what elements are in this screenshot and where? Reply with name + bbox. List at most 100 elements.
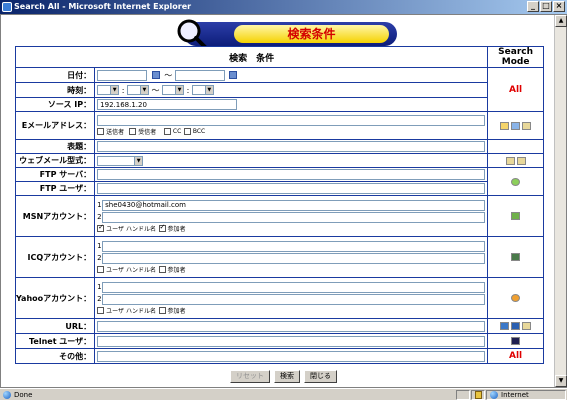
sender-checkbox[interactable] [97,128,105,135]
form-buttons: リセット 検索 閉じる [230,370,337,383]
time-to-minute-select[interactable]: ▼ [191,85,214,95]
msn-user-handle-checkbox[interactable] [97,223,105,232]
outlook-icon [511,121,521,130]
mode-cell-time: All [487,67,544,112]
cc-label: CC [172,128,182,135]
time-label: 時刻： [14,82,96,98]
window-titlebar[interactable]: Search All - Microsoft Internet Explorer… [0,0,567,14]
icq-label: ICQアカウント： [14,236,96,278]
source-ip-input[interactable] [97,99,238,110]
mode-all-label: All [509,84,523,95]
url-input[interactable] [97,320,486,332]
mode-cell-icq [487,236,544,278]
maximize-button[interactable]: □ [540,1,552,12]
date-field: ～ [94,67,489,83]
other-input[interactable] [97,350,486,362]
mode-cell-yahoo [487,277,544,319]
icq-account-input-1[interactable] [102,240,486,252]
bcc-checkbox[interactable] [183,128,191,135]
search-button[interactable]: 検索 [274,370,300,383]
mode-cell-webmail [487,153,544,168]
date-from-input[interactable] [97,69,148,81]
msn-participant-label: 参加者 [167,226,186,233]
ftp-server-field [94,167,489,182]
status-left: Done [0,390,456,399]
date-to-input[interactable] [174,69,225,81]
telnet-field [94,333,489,349]
yahoo-checks: ユーザ ハンドル名 参加者 [97,306,485,315]
conditions-header: 検索 条件 [14,46,489,68]
ftp-server-input[interactable] [97,169,486,180]
icq-checks: ユーザ ハンドル名 参加者 [97,265,485,274]
calendar-icon[interactable] [151,71,160,79]
yahoo-account-input-2[interactable] [102,293,486,305]
yahoo-account-input-1[interactable] [102,281,486,293]
ftp-user-label: FTP ユーザ： [14,181,96,196]
telnet-terminal-icon [511,337,521,345]
ftp-user-input[interactable] [97,183,486,194]
subject-input[interactable] [97,141,486,152]
search-mode-header: Search Mode [487,46,544,68]
webmail-label: ウェブメール型式： [14,153,96,168]
mode-cell-telnet [487,333,544,349]
time-field: ▼ : ▼ ～ ▼ : ▼ [94,82,489,98]
mode-cell-email [487,111,544,140]
scroll-up-button[interactable]: ▲ [555,15,567,27]
yahoo-participant-checkbox[interactable] [158,307,166,314]
time-from-minute-select[interactable]: ▼ [126,85,149,95]
icq-user-handle-checkbox[interactable] [97,266,105,273]
status-cell [456,389,470,400]
window-controls: _ □ × [527,1,565,12]
other-label: その他： [14,348,96,364]
vertical-scrollbar[interactable]: ▲ ▼ [554,15,567,387]
time-to-hour-select[interactable]: ▼ [162,85,185,95]
scroll-down-button[interactable]: ▼ [555,375,567,387]
page-content: 検索条件 検索 条件 Search Mode 日付： ～ All 時刻： ▼:… [1,15,554,387]
msn-participant-checkbox[interactable] [158,223,166,232]
msn-account-input-2[interactable] [102,211,486,223]
ftp-globe-icon [511,177,521,186]
mode-cell-msn [487,195,544,237]
recipient-checkbox[interactable] [129,128,137,135]
email-client-icon [500,121,510,130]
folder-icon [505,156,515,165]
close-button[interactable]: 閉じる [304,370,337,383]
status-lock-cell [471,389,485,400]
calendar-icon[interactable] [229,71,238,79]
telnet-user-input[interactable] [97,335,486,347]
email-field: 送信者 受信者 CC BCC [94,111,489,140]
ie-icon [2,2,12,12]
close-window-button[interactable]: × [553,1,565,12]
msn-field: 1 2 ユーザ ハンドル名 参加者 [94,195,489,237]
icq-field: 1 2 ユーザ ハンドル名 参加者 [94,236,489,278]
reset-button[interactable]: リセット [230,370,270,383]
status-text: Done [14,390,33,399]
time-from-hour-select[interactable]: ▼ [97,85,120,95]
url-field [94,318,489,334]
sender-label: 送信者 [106,129,125,136]
date-separator: ～ [164,70,173,80]
lock-icon [474,390,482,399]
msn-account-input-1[interactable] [102,199,486,211]
yahoo-field: 1 2 ユーザ ハンドル名 参加者 [94,277,489,319]
other-field [94,348,489,364]
webmail-type-select[interactable]: ▼ [97,155,144,166]
mode-cell-other: All [487,348,544,364]
source-ip-label: ソース IP： [14,97,96,112]
mode-cell-subject [487,139,544,154]
cc-checkbox[interactable] [163,128,171,135]
msn-user-handle-label: ユーザ ハンドル名 [106,226,156,233]
time-separator: ～ [151,85,160,95]
icq-participant-checkbox[interactable] [158,266,166,273]
zone-text: Internet [501,390,529,399]
yahoo-user-handle-checkbox[interactable] [97,307,105,314]
icq-account-input-2[interactable] [102,252,486,264]
msn-buddy-icon [511,212,521,220]
page-title: 検索条件 [234,25,389,43]
subject-label: 表題： [14,139,96,154]
minimize-button[interactable]: _ [527,1,539,12]
date-label: 日付： [14,67,96,83]
folder-icon [522,322,532,330]
email-input[interactable] [97,115,486,126]
yahoo-user-handle-label: ユーザ ハンドル名 [106,308,156,315]
